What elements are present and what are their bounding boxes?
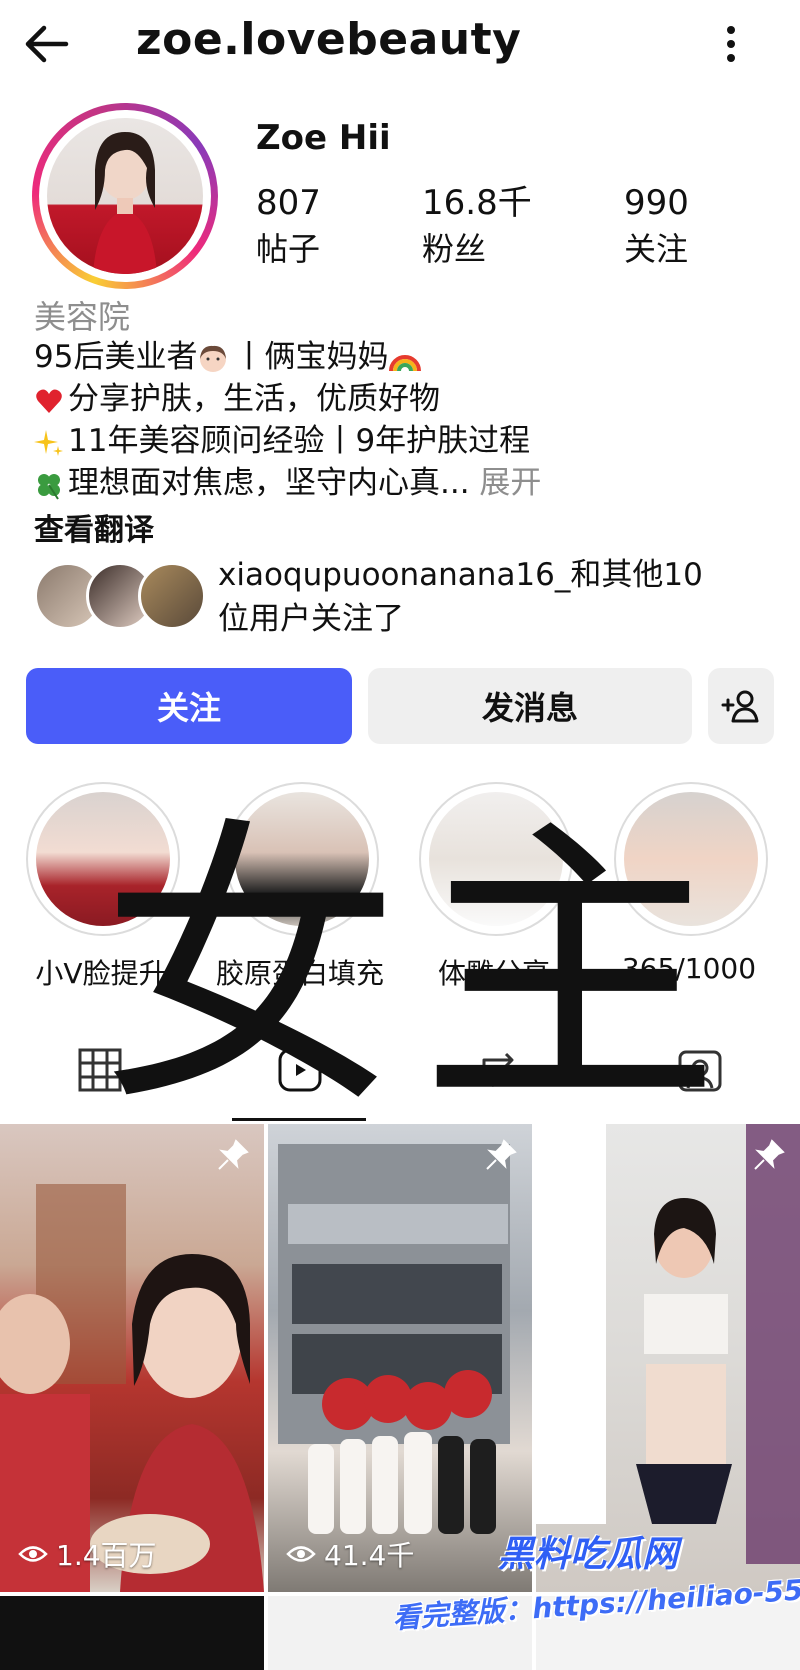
followers-count[interactable]: 16.8千 粉丝: [422, 180, 532, 272]
followers-count-value: 16.8千: [422, 183, 532, 223]
bio-line-2-text: 分享护肤，生活，优质好物: [68, 381, 440, 417]
post-tile[interactable]: 1.4百万: [0, 1124, 264, 1592]
bio-line-3: 11年美容顾问经验丨9年护肤过程: [34, 420, 541, 462]
view-count: 41.4千: [286, 1534, 414, 1574]
bio-expand-link[interactable]: 展开: [479, 465, 541, 501]
bio-line-4-text: 理想面对焦虑，坚守内心真...: [68, 465, 470, 501]
bio-line-1-b: 丨俩宝妈妈: [233, 339, 389, 375]
post-thumbnail: [536, 1124, 800, 1564]
display-name: Zoe Hii: [256, 118, 391, 158]
see-translation-link[interactable]: 查看翻译: [34, 505, 154, 549]
woman-face-emoji-icon: [200, 345, 227, 372]
add-person-icon: [721, 690, 759, 723]
bio-line-2: 分享护肤，生活，优质好物: [34, 378, 541, 420]
following-count-value: 990: [624, 183, 689, 223]
mutual-followers-text[interactable]: xiaoqupuoonanana16_和其他10 位用户关注了: [218, 553, 703, 641]
pinned-icon: [754, 1139, 785, 1170]
bio-line-1: 95后美业者 丨俩宝妈妈: [34, 336, 541, 378]
profile-handle: zoe.lovebeauty: [136, 14, 522, 65]
watermark-logo: 黑料吃瓜网: [498, 1534, 679, 1575]
posts-count[interactable]: 807 帖子: [256, 180, 321, 272]
post-tile[interactable]: 41.4千: [268, 1124, 532, 1592]
avatar-photo: [47, 118, 203, 274]
heart-emoji-icon: [36, 389, 62, 413]
post-thumbnail: [278, 1144, 510, 1534]
top-bar: zoe.lovebeauty: [0, 0, 800, 90]
mutual-followers-text-line-2: 位用户关注了: [218, 601, 404, 637]
sparkles-emoji-icon: [34, 429, 63, 456]
post-thumbnail: [0, 1184, 264, 1592]
pinned-icon: [218, 1139, 249, 1170]
more-options-icon[interactable]: [716, 22, 746, 66]
bio-line-1-a: 95后美业者: [34, 339, 198, 375]
back-arrow-icon[interactable]: [22, 22, 72, 66]
mutual-followers-text-line-1: xiaoqupuoonanana16_和其他10: [218, 557, 703, 593]
post-tile[interactable]: [536, 1124, 800, 1592]
pinned-icon: [486, 1139, 517, 1170]
following-count[interactable]: 990 关注: [624, 180, 689, 272]
post-tile[interactable]: [0, 1596, 264, 1670]
four-leaf-clover-emoji-icon: [38, 473, 60, 500]
suggested-users-button[interactable]: [708, 668, 774, 744]
followers-count-label: 粉丝: [422, 230, 487, 268]
eye-icon: [286, 1546, 316, 1562]
mutual-followers-avatars[interactable]: [34, 562, 206, 630]
posts-count-label: 帖子: [256, 230, 321, 268]
view-count: 1.4百万: [18, 1534, 157, 1574]
message-button[interactable]: 发消息: [368, 668, 692, 744]
view-count-value: 1.4百万: [56, 1539, 157, 1572]
following-count-label: 关注: [624, 230, 689, 268]
profile-bio: 95后美业者 丨俩宝妈妈 分享护肤，生活，优质好物 11年美容顾问经验丨9年护肤过…: [34, 336, 541, 504]
eye-icon: [18, 1546, 48, 1562]
mutual-avatar: [138, 562, 206, 630]
bio-line-3-text: 11年美容顾问经验丨9年护肤过程: [68, 423, 531, 459]
rainbow-emoji-icon: [389, 354, 422, 371]
overlay-caption: 女主: [100, 795, 740, 1144]
view-count-value: 41.4千: [324, 1539, 415, 1572]
profile-category: 美容院: [34, 298, 131, 336]
posts-count-value: 807: [256, 183, 321, 223]
bio-line-4: 理想面对焦虑，坚守内心真... 展开: [34, 462, 541, 504]
follow-button[interactable]: 关注: [26, 668, 352, 744]
profile-avatar[interactable]: [32, 103, 218, 289]
